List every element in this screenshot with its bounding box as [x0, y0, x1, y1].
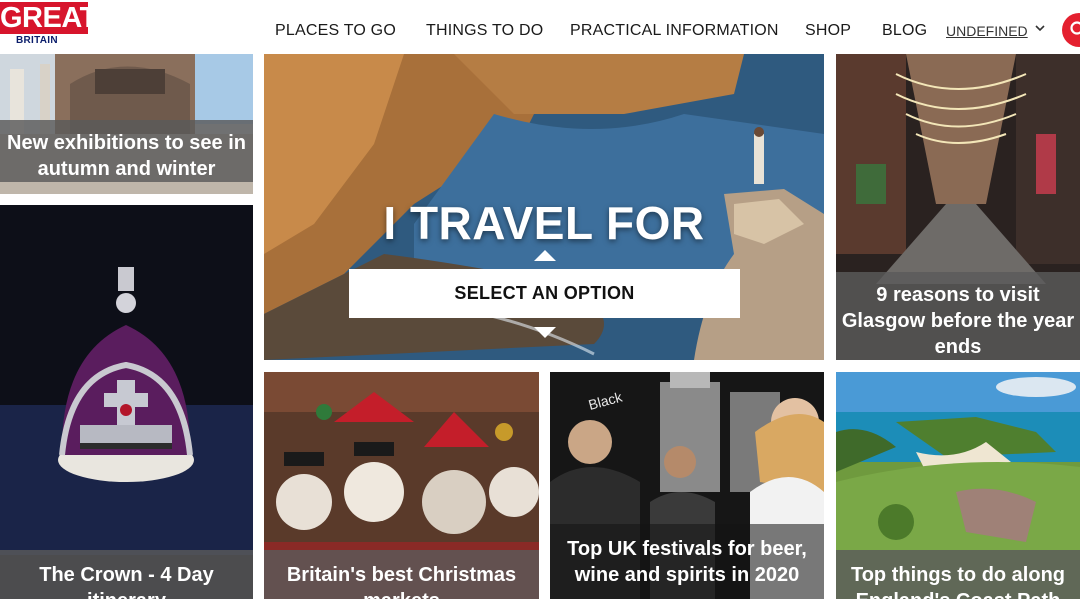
nav-things-to-do[interactable]: THINGS TO DO: [426, 22, 543, 40]
tile-festivals[interactable]: Black Top UK festivals for beer, wine an…: [550, 372, 824, 599]
nav-shop[interactable]: SHOP: [805, 22, 851, 40]
site-header: GREAT BRITAIN PLACES TO GO THINGS TO DO …: [0, 0, 1080, 54]
language-selector[interactable]: UNDEFINED: [946, 23, 1028, 39]
tile-christmas-title: Britain's best Christmas markets: [264, 550, 539, 599]
logo-subword: BRITAIN: [16, 35, 58, 46]
tile-glasgow-title: 9 reasons to visit Glasgow before the ye…: [836, 272, 1080, 360]
tile-exhibitions-title: New exhibitions to see in autumn and win…: [0, 120, 253, 182]
travel-option-select[interactable]: SELECT AN OPTION: [349, 269, 740, 318]
tile-coast-title: Top things to do along England's Coast P…: [836, 550, 1080, 599]
search-button[interactable]: [1062, 13, 1080, 47]
tile-exhibitions[interactable]: New exhibitions to see in autumn and win…: [0, 54, 253, 194]
hero-title: I TRAVEL FOR: [383, 197, 705, 249]
tile-coast-path[interactable]: Top things to do along England's Coast P…: [836, 372, 1080, 599]
nav-places-to-go[interactable]: PLACES TO GO: [275, 22, 396, 40]
tile-crown[interactable]: The Crown - 4 Day itinerary: [0, 205, 253, 599]
chevron-down-icon[interactable]: [1034, 21, 1046, 37]
tile-christmas-markets[interactable]: Britain's best Christmas markets: [264, 372, 539, 599]
option-next-arrow-icon[interactable]: [534, 327, 556, 338]
tile-crown-title: The Crown - 4 Day itinerary: [0, 550, 253, 599]
crown-image: [0, 205, 253, 599]
tile-festivals-title: Top UK festivals for beer, wine and spir…: [550, 524, 824, 599]
tile-glasgow[interactable]: 9 reasons to visit Glasgow before the ye…: [836, 54, 1080, 360]
search-icon: [1070, 21, 1080, 35]
nav-blog[interactable]: BLOG: [882, 22, 927, 40]
nav-practical-information[interactable]: PRACTICAL INFORMATION: [570, 22, 779, 40]
logo-word: GREAT: [0, 2, 97, 34]
great-britain-logo[interactable]: GREAT BRITAIN: [0, 0, 97, 47]
option-prev-arrow-icon[interactable]: [534, 250, 556, 261]
